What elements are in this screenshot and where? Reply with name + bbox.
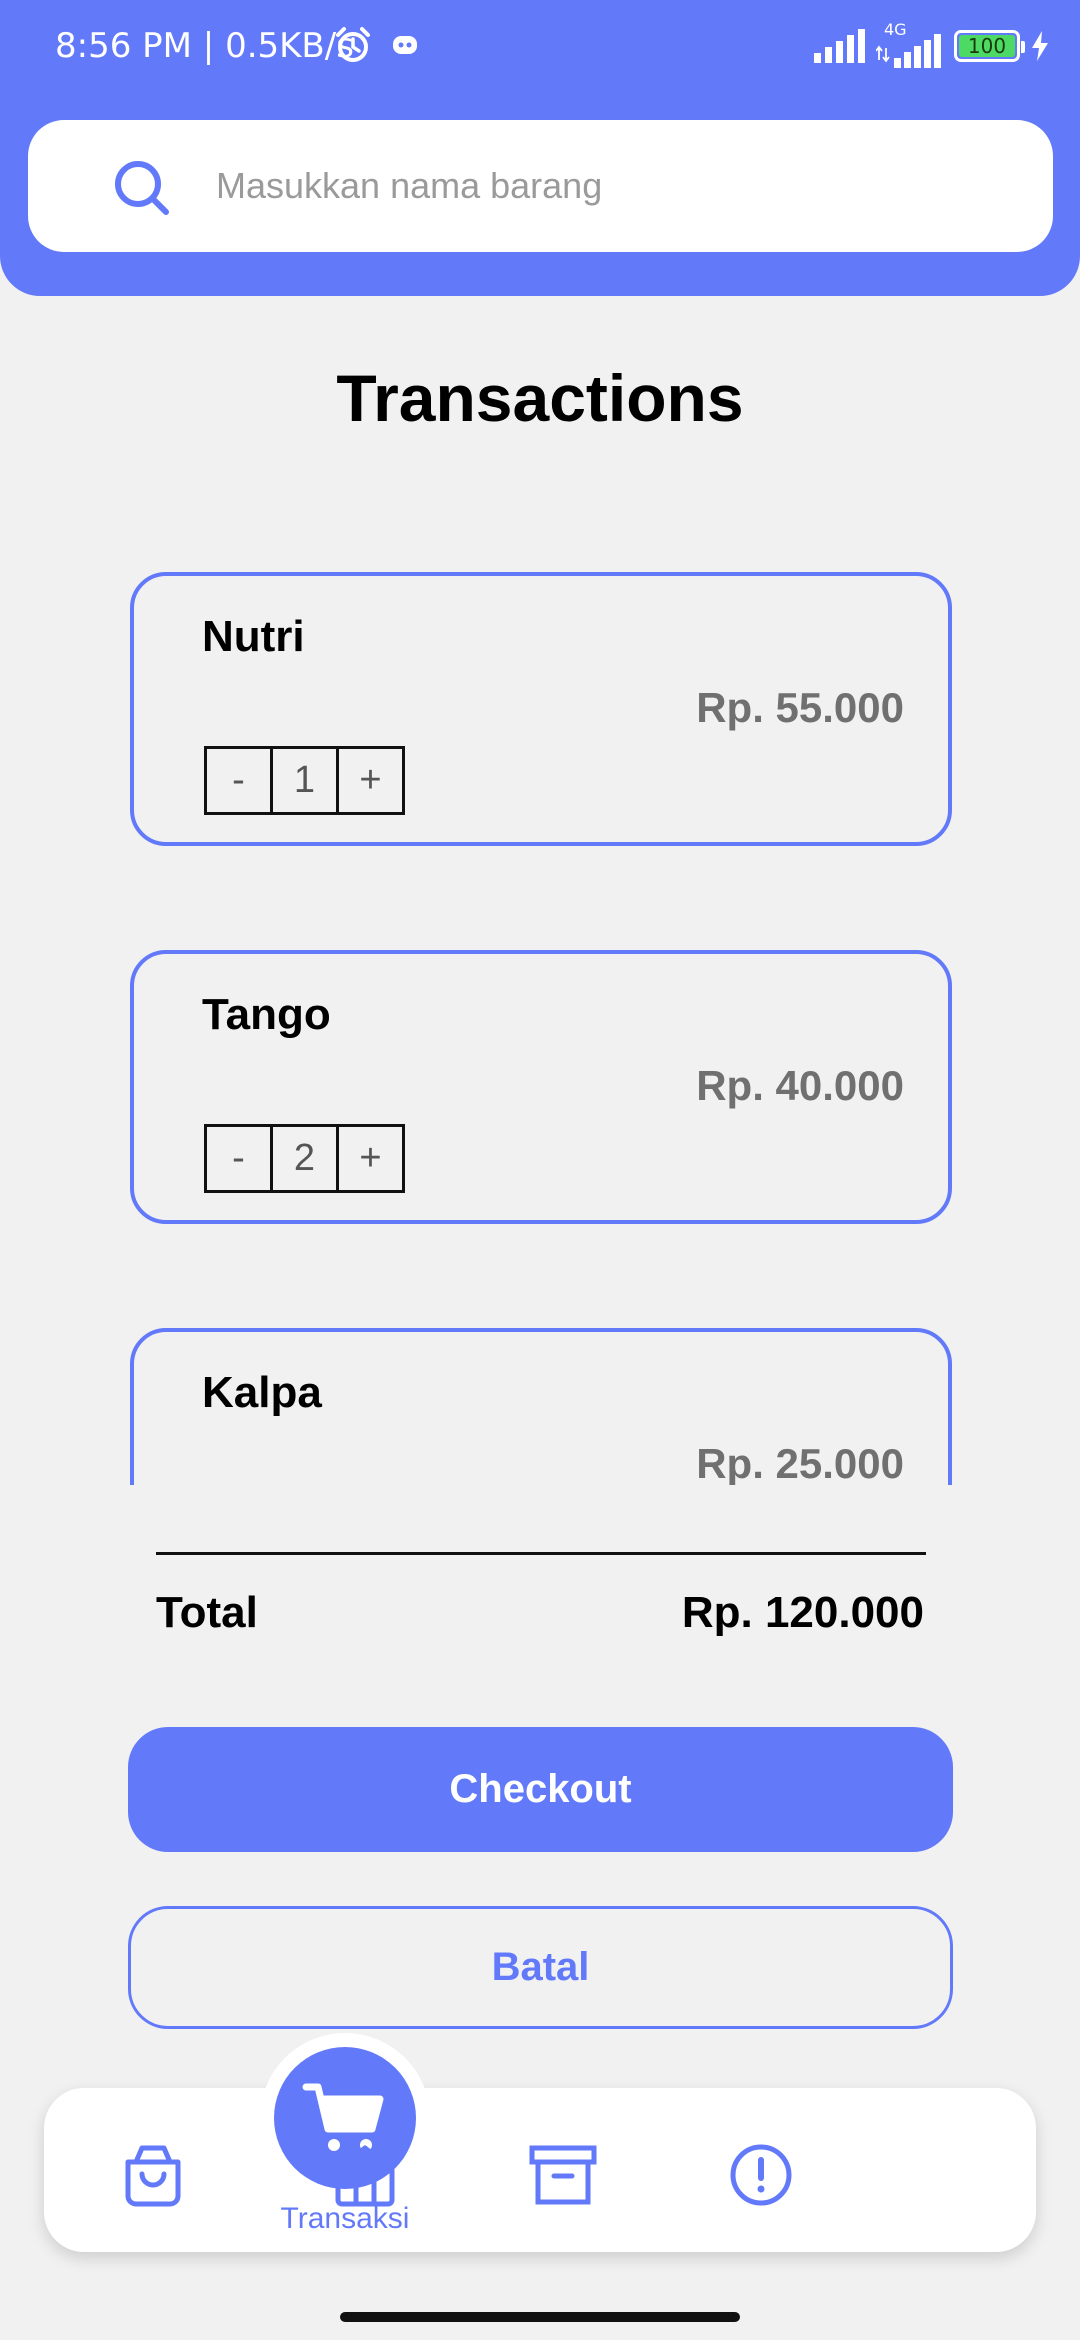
home-indicator bbox=[340, 2312, 740, 2322]
search-icon[interactable] bbox=[112, 158, 172, 218]
status-time: 8:56 PM | 0.5KB/s bbox=[55, 26, 354, 66]
transaction-card: Tango Rp. 40.000 - 2 + bbox=[130, 950, 952, 1224]
total-value: Rp. 120.000 bbox=[681, 1588, 924, 1637]
signal-icon bbox=[814, 29, 865, 63]
discord-icon bbox=[393, 36, 417, 54]
cancel-button[interactable]: Batal bbox=[128, 1906, 953, 2029]
quantity-stepper: - 1 + bbox=[204, 746, 405, 815]
signal-4g-group: 4G bbox=[876, 20, 944, 68]
item-name: Tango bbox=[202, 990, 331, 1039]
battery-level: 100 bbox=[959, 34, 1015, 58]
increase-button[interactable]: + bbox=[336, 1124, 405, 1193]
total-label: Total bbox=[156, 1588, 258, 1637]
quantity-value: 2 bbox=[270, 1124, 339, 1193]
archive-icon bbox=[529, 2145, 597, 2205]
search-bar bbox=[28, 120, 1053, 252]
status-bar: 8:56 PM | 0.5KB/s 4G 100 bbox=[0, 0, 1080, 96]
decrease-button[interactable]: - bbox=[204, 746, 273, 815]
alarm-icon bbox=[336, 27, 370, 62]
checkout-button[interactable]: Checkout bbox=[128, 1727, 953, 1852]
item-price: Rp. 25.000 bbox=[696, 1440, 904, 1485]
item-price: Rp. 55.000 bbox=[696, 684, 904, 731]
quantity-stepper: - 2 + bbox=[204, 1124, 405, 1193]
transaction-card: Nutri Rp. 55.000 - 1 + bbox=[130, 572, 952, 846]
battery-icon: 100 bbox=[954, 30, 1025, 62]
item-price: Rp. 40.000 bbox=[696, 1062, 904, 1109]
increase-button[interactable]: + bbox=[336, 746, 405, 815]
quantity-value: 1 bbox=[270, 746, 339, 815]
status-icons: 4G 100 bbox=[814, 20, 1050, 68]
transaction-card: Kalpa Rp. 25.000 - 1 + bbox=[130, 1328, 952, 1485]
page-title: Transactions bbox=[336, 361, 744, 435]
nav-item-home[interactable] bbox=[330, 2140, 400, 2210]
signal-4g-icon bbox=[876, 34, 941, 68]
total-divider bbox=[156, 1552, 926, 1555]
item-name: Nutri bbox=[202, 612, 305, 661]
decrease-button[interactable]: - bbox=[204, 1124, 273, 1193]
search-input[interactable] bbox=[216, 156, 1016, 216]
nav-item-archive[interactable] bbox=[528, 2140, 598, 2210]
bottom-nav: Transaksi bbox=[44, 2033, 1036, 2252]
nav-item-info[interactable] bbox=[726, 2140, 796, 2210]
charging-icon bbox=[1032, 31, 1048, 61]
item-name: Kalpa bbox=[202, 1368, 322, 1417]
home-icon bbox=[335, 2145, 395, 2207]
nav-item-shop[interactable] bbox=[118, 2140, 188, 2210]
shopping-bag-icon bbox=[125, 2145, 181, 2207]
transaction-list[interactable]: Nutri Rp. 55.000 - 1 + Tango Rp. 40.000 … bbox=[0, 560, 1080, 1485]
info-icon bbox=[730, 2144, 792, 2206]
